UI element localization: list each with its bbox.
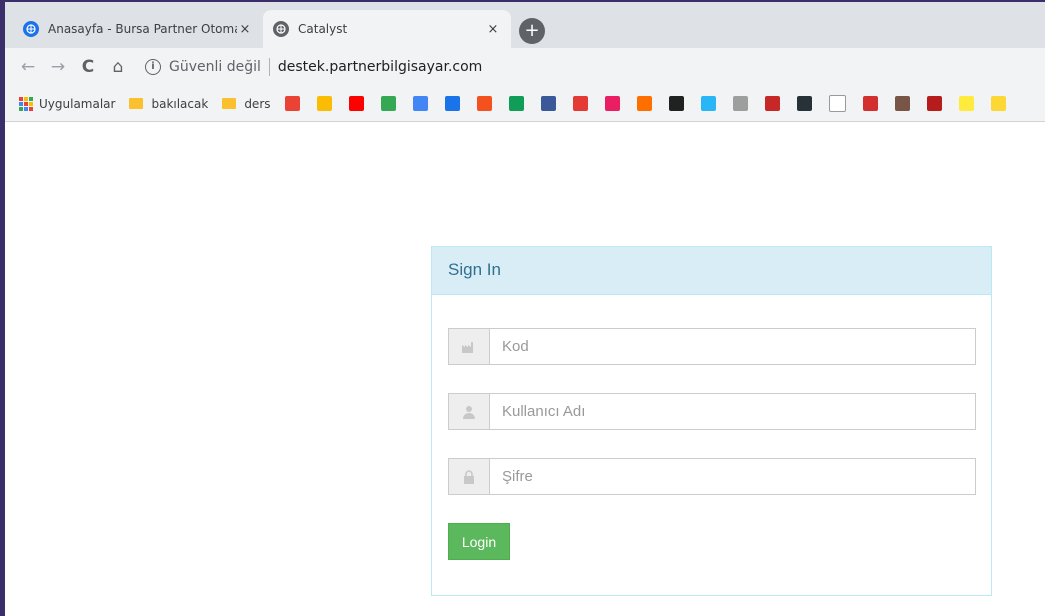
bookmark-favicon-icon[interactable] xyxy=(796,96,812,111)
password-input[interactable] xyxy=(490,459,975,494)
info-icon[interactable]: i xyxy=(145,59,161,75)
username-field xyxy=(448,393,976,430)
tab-strip: Anasayfa - Bursa Partner Otomasyon × Cat… xyxy=(5,2,1045,48)
address-bar[interactable]: i Güvenli değil destek.partnerbilgisayar… xyxy=(145,52,1045,82)
bookmark-favicon-icon[interactable] xyxy=(958,96,974,111)
bookmark-favicon-icon[interactable] xyxy=(926,96,942,111)
login-button[interactable]: Login xyxy=(448,523,510,560)
panel-heading: Sign In xyxy=(432,247,991,295)
close-icon[interactable]: × xyxy=(237,22,253,37)
tab-title: Catalyst xyxy=(298,22,348,36)
bookmark-favicon-icon[interactable] xyxy=(700,96,716,111)
bookmark-favicon-icon[interactable] xyxy=(894,96,910,111)
back-arrow-icon[interactable]: ← xyxy=(13,57,43,77)
folder-icon xyxy=(222,98,237,109)
bookmark-favicon-icon[interactable] xyxy=(636,96,652,111)
globe-icon xyxy=(273,21,289,37)
url-text[interactable]: destek.partnerbilgisayar.com xyxy=(278,59,482,75)
new-tab-button[interactable]: + xyxy=(519,18,545,44)
reload-icon[interactable]: C xyxy=(73,57,103,77)
bookmark-label: ders xyxy=(244,96,271,111)
bookmark-favicon-icon[interactable] xyxy=(604,96,620,111)
tab-catalyst[interactable]: Catalyst × xyxy=(263,10,511,48)
code-input[interactable] xyxy=(490,329,975,364)
user-icon xyxy=(449,394,490,429)
bookmark-favicon-icon[interactable] xyxy=(476,96,492,111)
bookmark-favicon-icon[interactable] xyxy=(764,96,780,111)
bookmark-favicon-icon[interactable] xyxy=(316,96,332,111)
bookmark-folder-ders[interactable]: ders xyxy=(222,96,271,111)
tab-title: Anasayfa - Bursa Partner Otomasyon xyxy=(48,22,237,36)
bookmark-favicon-icon[interactable] xyxy=(412,96,428,111)
bookmark-label: bakılacak xyxy=(151,96,209,111)
username-input[interactable] xyxy=(490,394,975,429)
password-field xyxy=(448,458,976,495)
browser-toolbar: ← → C ⌂ i Güvenli değil destek.partnerbi… xyxy=(5,48,1045,86)
bookmarks-bar: Uygulamalar bakılacak ders xyxy=(5,86,1045,122)
bookmark-label: Uygulamalar xyxy=(39,96,116,111)
bookmark-favicon-icon[interactable] xyxy=(508,96,524,111)
bookmark-favicon-icon[interactable] xyxy=(444,96,460,111)
bookmark-favicon-icon[interactable] xyxy=(540,96,556,111)
bookmark-icons xyxy=(284,95,1023,112)
page-content: Sign In Login xyxy=(5,123,1045,616)
bookmark-favicon-icon[interactable] xyxy=(572,96,588,111)
apps-grid-icon xyxy=(19,96,33,111)
folder-icon xyxy=(129,98,144,109)
bookmark-favicon-icon[interactable] xyxy=(380,96,396,111)
close-icon[interactable]: × xyxy=(485,22,501,37)
bookmark-favicon-icon[interactable] xyxy=(990,96,1006,111)
forward-arrow-icon[interactable]: → xyxy=(43,57,73,77)
bookmark-apps[interactable]: Uygulamalar xyxy=(19,96,116,111)
bookmark-favicon-icon[interactable] xyxy=(828,95,846,112)
building-icon xyxy=(449,329,490,364)
sign-in-panel: Sign In Login xyxy=(431,246,992,596)
security-indicator[interactable]: Güvenli değil xyxy=(169,59,261,75)
bookmark-favicon-icon[interactable] xyxy=(668,96,684,111)
globe-icon xyxy=(23,21,39,37)
bookmark-favicon-icon[interactable] xyxy=(348,96,364,111)
browser-window: Anasayfa - Bursa Partner Otomasyon × Cat… xyxy=(5,2,1045,616)
tab-anasayfa[interactable]: Anasayfa - Bursa Partner Otomasyon × xyxy=(13,10,263,48)
bookmark-favicon-icon[interactable] xyxy=(284,96,300,111)
bookmark-favicon-icon[interactable] xyxy=(732,96,748,111)
lock-icon xyxy=(449,459,490,494)
bookmark-favicon-icon[interactable] xyxy=(862,96,878,111)
divider xyxy=(268,58,270,76)
code-field xyxy=(448,328,976,365)
home-icon[interactable]: ⌂ xyxy=(103,57,133,77)
bookmark-folder-bakilacak[interactable]: bakılacak xyxy=(129,97,208,111)
